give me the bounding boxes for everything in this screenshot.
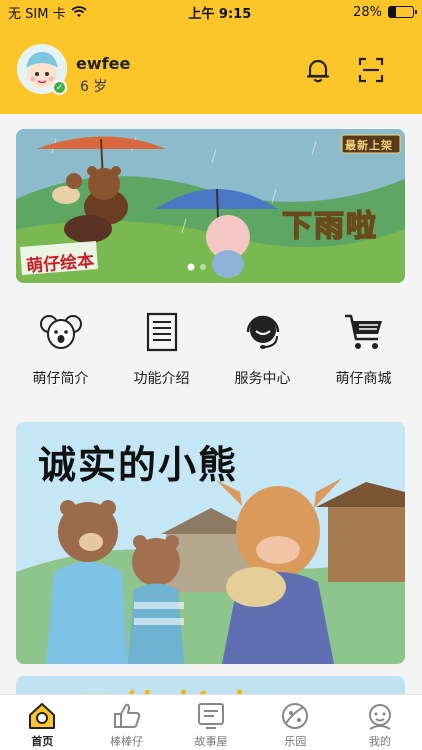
thumbs-up-icon (113, 703, 140, 728)
battery-icon (387, 6, 417, 18)
home-icon (29, 703, 56, 729)
headset-icon (246, 315, 279, 349)
document-icon (146, 312, 177, 352)
scan-icon[interactable] (357, 56, 385, 84)
carrier-label: 无 SIM 卡 (8, 6, 66, 22)
wifi-icon (70, 6, 87, 17)
tab-park[interactable]: 乐园 (253, 695, 337, 750)
story-card[interactable]: 诚实的小熊 (16, 422, 405, 664)
promo-banner[interactable]: 最新上架 下雨啦 萌仔绘本 (16, 129, 405, 283)
quick-menu: 萌仔简介 功能介绍 服务中心 萌仔商城 (0, 300, 422, 400)
tab-label-home: 首页 (31, 735, 54, 748)
tab-story[interactable]: 故事屋 (169, 695, 253, 750)
quick-label-shop: 萌仔商城 (335, 371, 392, 387)
tab-bar: 首页 棒棒仔 故事屋 乐园 我的 (0, 694, 422, 750)
tab-label-park: 乐园 (284, 735, 307, 748)
profile-icon (368, 704, 391, 730)
quick-label-features: 功能介绍 (133, 371, 190, 387)
battery-percent: 28% (353, 4, 382, 20)
tab-mine[interactable]: 我的 (338, 695, 422, 750)
banner-badge: 最新上架 (345, 139, 393, 152)
user-age: 6 岁 (80, 79, 108, 95)
tab-label-story: 故事屋 (194, 735, 228, 748)
status-bar: 无 SIM 卡 上午 9:15 28% (0, 0, 422, 24)
battery-fill (388, 7, 396, 17)
banner-title: 下雨啦 (281, 208, 378, 245)
quick-label-intro: 萌仔简介 (32, 371, 89, 387)
quick-item-features[interactable]: 功能介绍 (111, 300, 212, 400)
quick-item-intro[interactable]: 萌仔简介 (10, 300, 111, 400)
story-title: 诚实的小熊 (38, 443, 239, 487)
tab-praise[interactable]: 棒棒仔 (84, 695, 168, 750)
tab-home[interactable]: 首页 (0, 695, 84, 750)
quick-item-service[interactable]: 服务中心 (212, 300, 313, 400)
verified-badge-icon: ✓ (52, 80, 67, 95)
clock: 上午 9:15 (188, 6, 252, 22)
tab-label-praise: 棒棒仔 (110, 735, 144, 748)
username: ewfee (76, 54, 131, 73)
profile-header: ✓ ewfee 6 岁 (0, 24, 422, 114)
bell-icon[interactable] (304, 56, 332, 84)
cart-icon (344, 314, 382, 349)
quick-item-shop[interactable]: 萌仔商城 (313, 300, 414, 400)
tab-label-mine: 我的 (368, 735, 391, 748)
story-icon (198, 703, 225, 729)
park-icon (282, 703, 309, 729)
quick-label-service: 服务中心 (234, 371, 291, 387)
koala-icon (39, 315, 82, 349)
